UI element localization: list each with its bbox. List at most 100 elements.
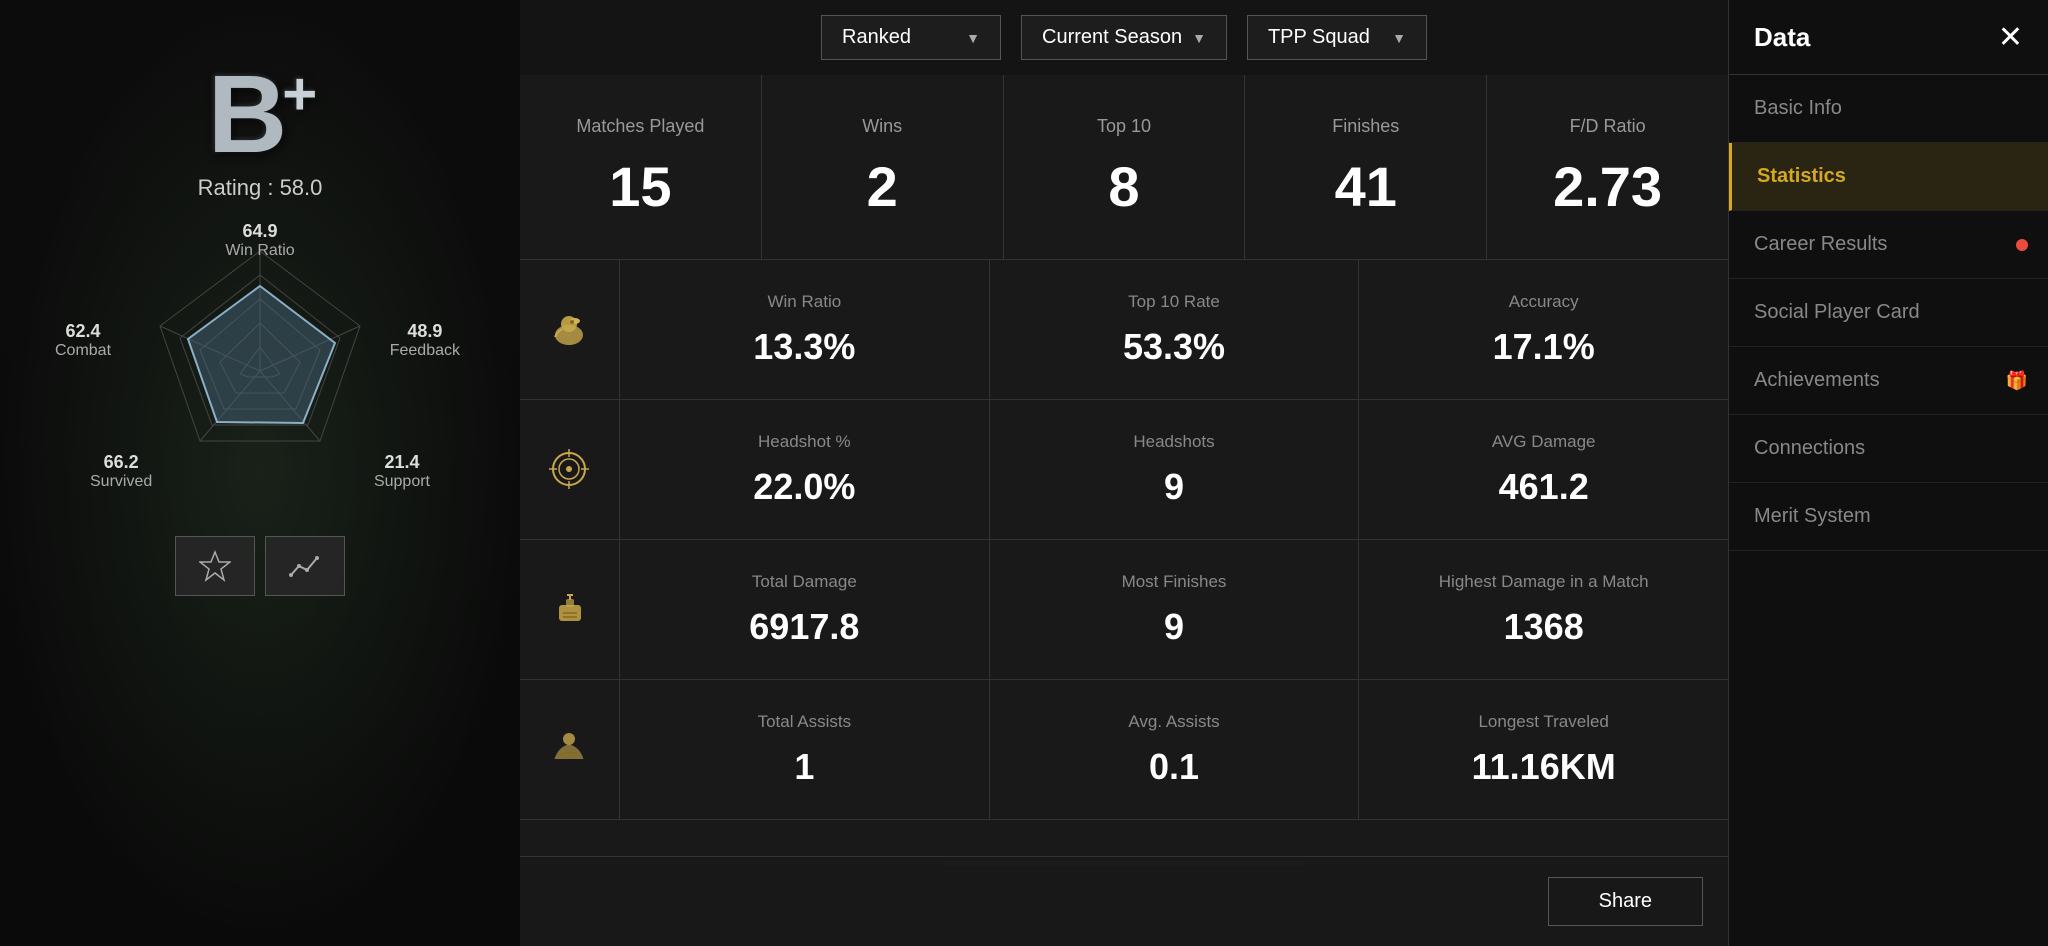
radar-value-feedback: 48.9 [390,321,460,342]
sidebar-item-merit-system[interactable]: Merit System [1729,483,2048,551]
total-assists-label: Total Assists [758,711,852,733]
sidebar-item-statistics[interactable]: Statistics [1729,143,2048,211]
share-button[interactable]: Share [1548,877,1703,926]
radar-value-win-ratio: 64.9 [225,221,294,242]
accuracy-label: Accuracy [1509,291,1579,313]
radar-value-support: 21.4 [374,452,430,473]
row-2-cells: Headshot % 22.0% Headshots 9 AVG Damage … [620,400,1728,539]
left-panel: B+ Rating : 58.0 64.9 Win Ratio 48.9 Fee… [0,0,520,946]
merit-system-label: Merit System [1754,505,1871,527]
stat-most-finishes: Most Finishes 9 [990,540,1360,679]
stat-fd-ratio: F/D Ratio 2.73 [1487,75,1728,259]
matches-played-value: 15 [609,154,671,219]
stat-longest-traveled: Longest Traveled 11.16KM [1359,680,1728,819]
avg-assists-label: Avg. Assists [1128,711,1219,733]
longest-traveled-value: 11.16KM [1472,746,1616,788]
finishes-label: Finishes [1332,115,1399,138]
ranked-dropdown[interactable]: Ranked ▼ [821,15,1001,60]
radar-value-survived: 66.2 [90,452,152,473]
matches-played-label: Matches Played [576,115,704,138]
accuracy-value: 17.1% [1493,326,1595,368]
radar-label-survived: 66.2 Survived [90,452,152,491]
stat-top10-rate: Top 10 Rate 53.3% [990,260,1360,399]
sidebar-item-social-player-card[interactable]: Social Player Card [1729,279,2048,347]
stats-row-3: Total Damage 6917.8 Most Finishes 9 High… [520,540,1728,680]
career-results-notification-dot [2016,239,2028,251]
basic-info-label: Basic Info [1754,97,1842,119]
radar-label-support: 21.4 Support [374,452,430,491]
close-button[interactable]: ✕ [1998,20,2023,55]
right-sidebar: Data ✕ Basic Info Statistics Career Resu… [1728,0,2048,946]
chart-icon-button[interactable] [265,536,345,596]
sidebar-item-basic-info[interactable]: Basic Info [1729,75,2048,143]
grade-badge: B+ [208,60,313,170]
sidebar-item-connections[interactable]: Connections [1729,415,2048,483]
grade-letter: B [208,53,282,176]
sidebar-nav: Basic Info Statistics Career Results Soc… [1729,75,2048,551]
radar-svg [120,231,400,511]
radar-label-win-ratio: 64.9 Win Ratio [225,221,294,260]
sidebar-header: Data ✕ [1729,0,2048,75]
star-icon-button[interactable] [175,536,255,596]
top-bar: Ranked ▼ Current Season ▼ TPP Squad ▼ [520,0,1728,75]
headshot-pct-value: 22.0% [753,466,855,508]
rating-display: Rating : 58.0 [198,175,323,201]
stat-total-assists: Total Assists 1 [620,680,990,819]
most-finishes-value: 9 [1164,606,1184,648]
rating-value: 58.0 [280,175,323,200]
longest-traveled-label: Longest Traveled [1478,711,1608,733]
finishes-value: 41 [1335,154,1397,219]
stat-win-ratio: Win Ratio 13.3% [620,260,990,399]
statistics-label: Statistics [1757,165,1846,187]
avg-damage-value: 461.2 [1499,466,1589,508]
headshots-label: Headshots [1133,431,1214,453]
total-assists-value: 1 [794,746,814,788]
row-4-cells: Total Assists 1 Avg. Assists 0.1 Longest… [620,680,1728,819]
headshot-pct-label: Headshot % [758,431,851,453]
top10-value: 8 [1108,154,1139,219]
stat-finishes: Finishes 41 [1245,75,1487,259]
highest-damage-value: 1368 [1504,606,1584,648]
stat-headshot-pct: Headshot % 22.0% [620,400,990,539]
stat-top10: Top 10 8 [1004,75,1246,259]
top10-rate-label: Top 10 Rate [1128,291,1220,313]
radar-value-combat: 62.4 [55,321,111,342]
sidebar-title: Data [1754,22,1810,53]
most-finishes-label: Most Finishes [1122,571,1227,593]
sidebar-item-achievements[interactable]: Achievements 🎁 [1729,347,2048,415]
stat-matches-played: Matches Played 15 [520,75,762,259]
stat-total-damage: Total Damage 6917.8 [620,540,990,679]
radar-label-win-ratio-text: Win Ratio [225,242,294,259]
radar-chart: 64.9 Win Ratio 48.9 Feedback 21.4 Suppor… [120,231,400,511]
stat-wins: Wins 2 [762,75,1004,259]
radar-label-feedback: 48.9 Feedback [390,321,460,360]
top10-rate-value: 53.3% [1123,326,1225,368]
highest-damage-label: Highest Damage in a Match [1439,571,1649,593]
row-1-cells: Win Ratio 13.3% Top 10 Rate 53.3% Accura… [620,260,1728,399]
radar-label-support-text: Support [374,473,430,490]
season-dropdown[interactable]: Current Season ▼ [1021,15,1227,60]
main-content: Matches Played 15 Wins 2 Top 10 8 Finish… [520,75,1728,946]
mode-label: TPP Squad [1268,26,1370,49]
bottom-buttons [175,536,345,596]
fd-ratio-label: F/D Ratio [1570,115,1646,138]
avg-damage-label: AVG Damage [1492,431,1596,453]
headshots-value: 9 [1164,466,1184,508]
achievements-gift-icon: 🎁 [2006,370,2028,391]
grenade-icon [520,540,620,679]
chicken-icon [520,260,620,399]
total-damage-label: Total Damage [752,571,857,593]
achievements-label: Achievements [1754,369,1880,391]
career-results-label: Career Results [1754,233,1887,255]
social-player-card-label: Social Player Card [1754,301,1920,323]
stats-row-2: Headshot % 22.0% Headshots 9 AVG Damage … [520,400,1728,540]
sidebar-item-career-results[interactable]: Career Results [1729,211,2048,279]
avg-assists-value: 0.1 [1149,746,1199,788]
win-ratio-label: Win Ratio [767,291,841,313]
mode-dropdown[interactable]: TPP Squad ▼ [1247,15,1427,60]
season-label: Current Season [1042,26,1182,49]
stats-header: Matches Played 15 Wins 2 Top 10 8 Finish… [520,75,1728,260]
stat-avg-damage: AVG Damage 461.2 [1359,400,1728,539]
row-3-cells: Total Damage 6917.8 Most Finishes 9 High… [620,540,1728,679]
ranked-label: Ranked [842,26,911,49]
